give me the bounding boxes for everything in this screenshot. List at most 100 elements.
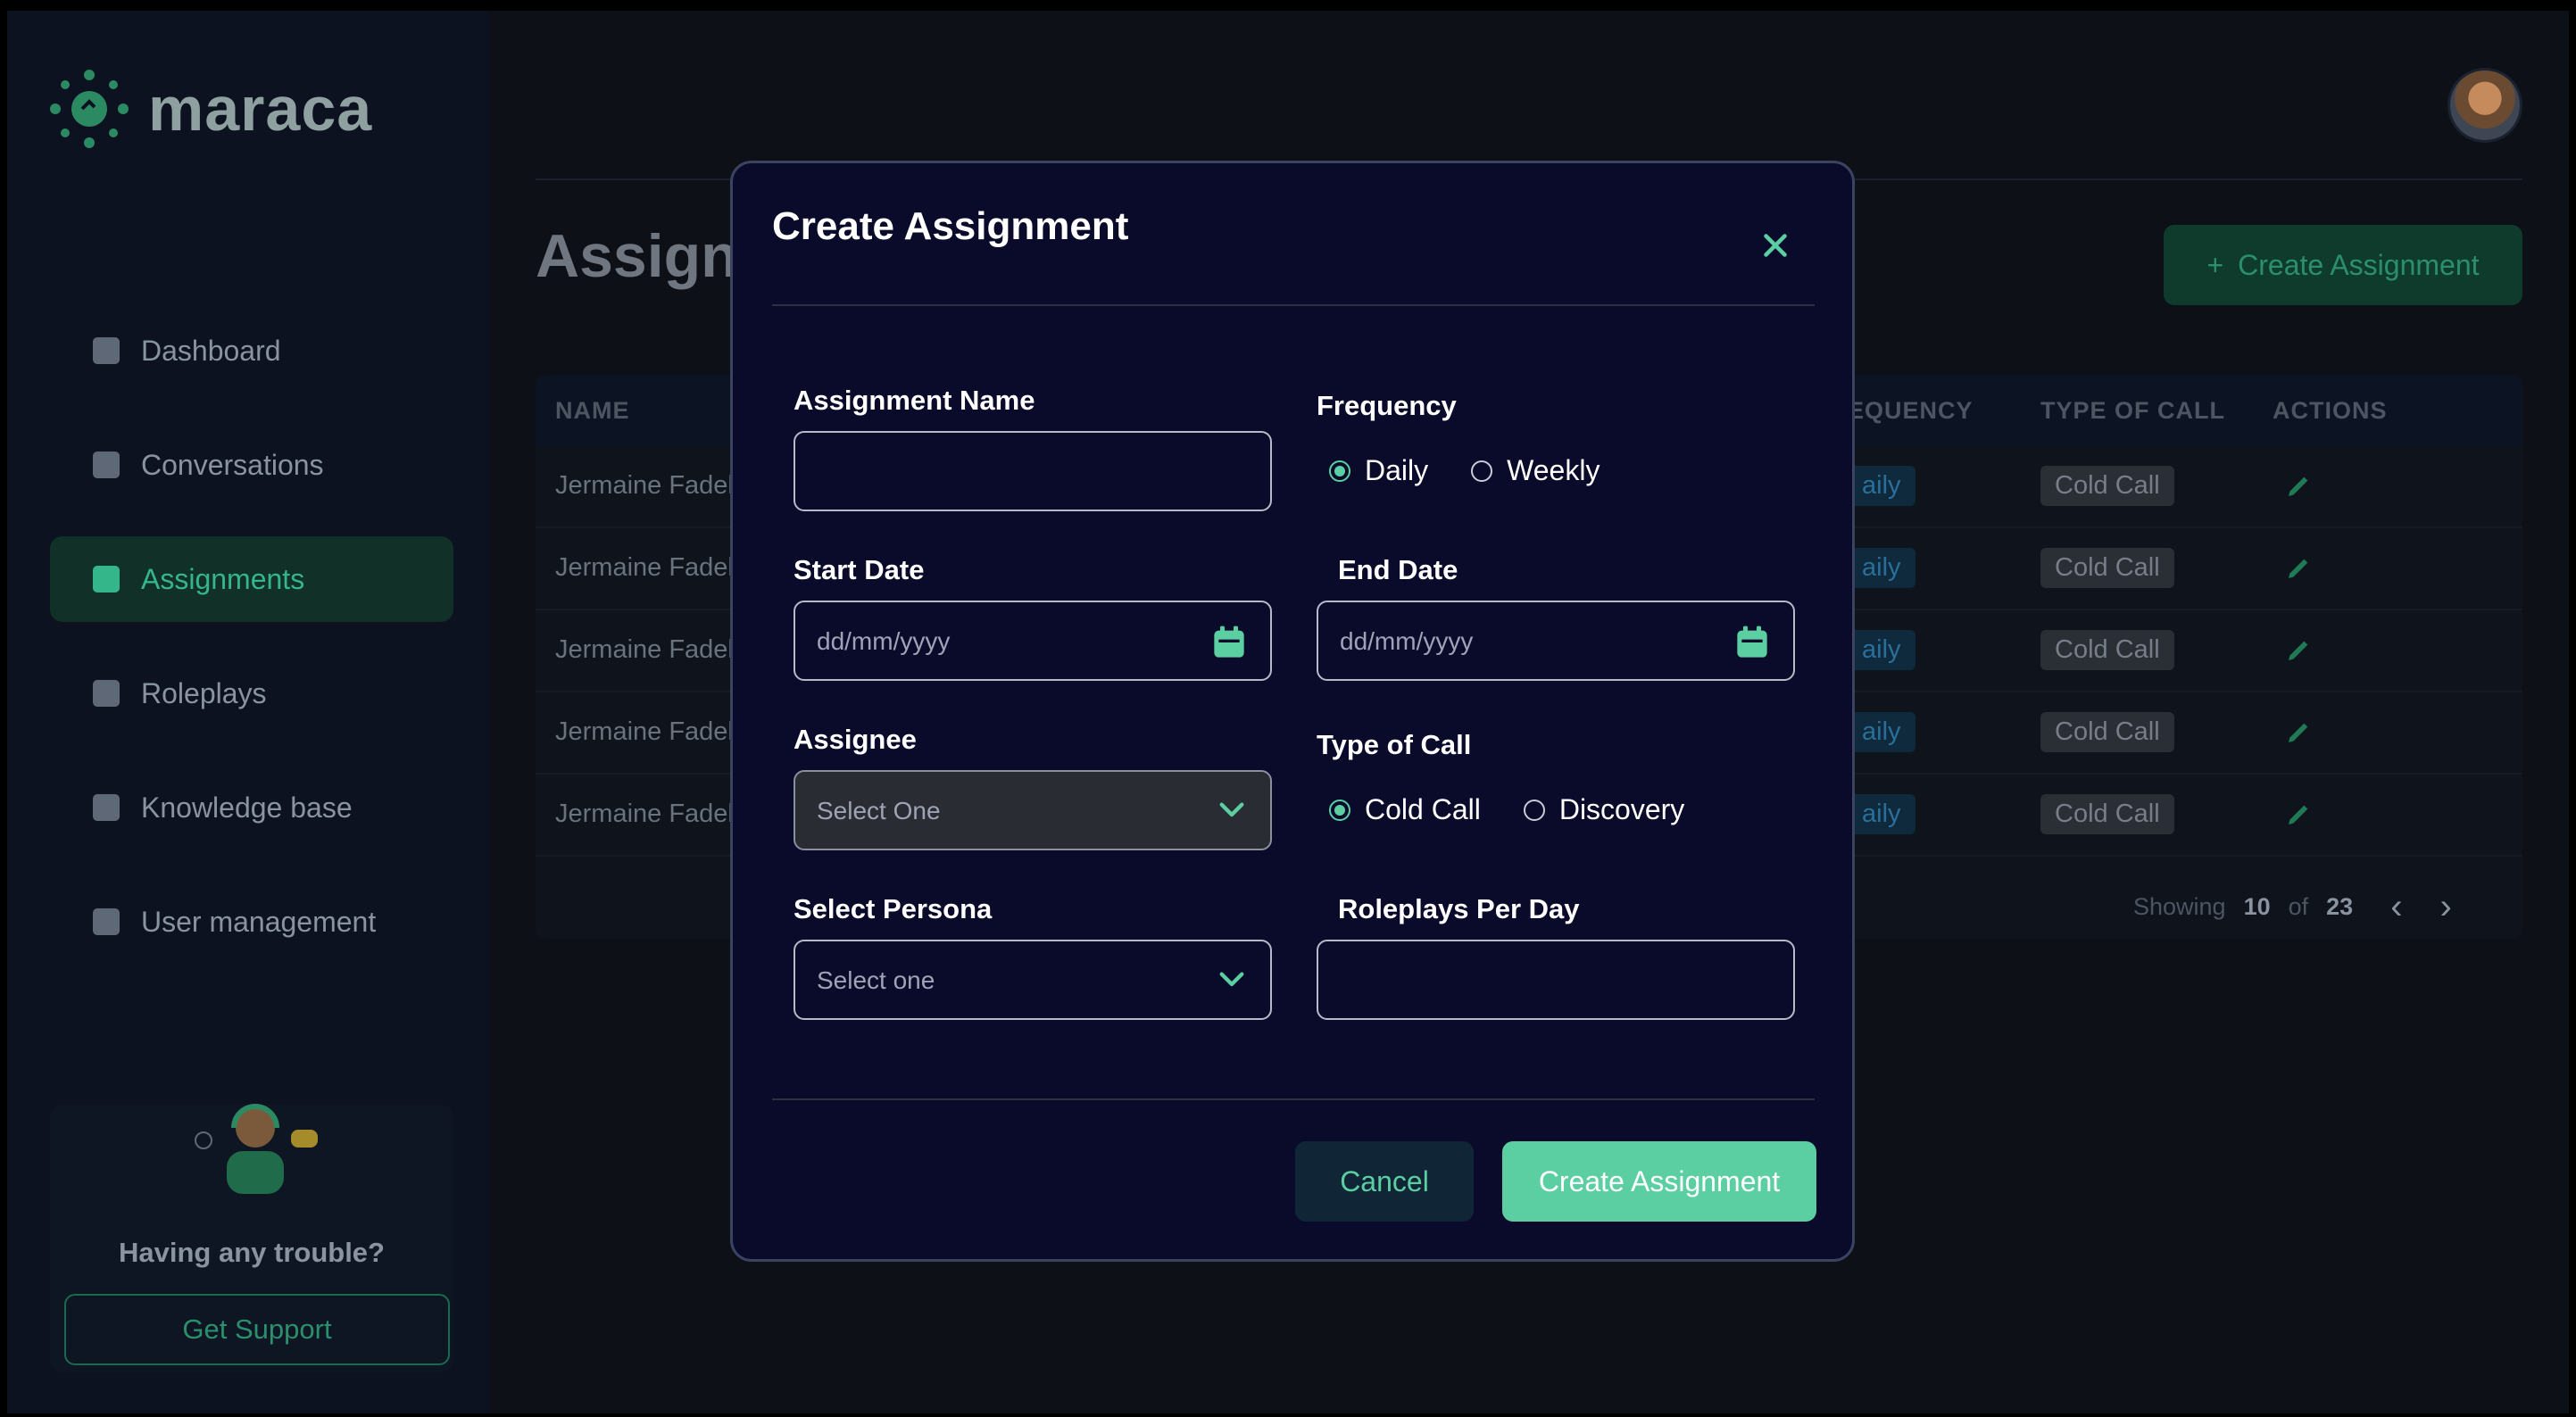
assignee-label: Assignee [794,724,917,755]
assignment-name-input[interactable] [795,433,1270,510]
column-header-type[interactable]: TYPE OF CALL [2040,397,2225,425]
create-assignment-label: Create Assignment [2238,248,2480,281]
type-of-call-label: Type of Call [1317,729,1472,760]
type-option-discovery[interactable]: Discovery [1523,793,1684,826]
get-support-button[interactable]: Get Support [64,1294,450,1365]
assignment-icon [93,566,120,592]
type-badge: Cold Call [2040,712,2174,752]
frequency-badge: aily [1848,466,1915,506]
create-assignment-modal: Create Assignment Assignment Name Freque… [730,161,1855,1262]
cell-name: Jermaine Fadel [555,471,734,500]
logo: maraca [46,66,372,152]
radio-unselected-icon [1471,460,1493,482]
sidebar-nav: Dashboard Conversations Assignments Role… [50,308,453,993]
pagination-showing-label: Showing [2133,893,2226,920]
frequency-option-weekly[interactable]: Weekly [1471,454,1600,487]
edit-icon[interactable] [2285,471,2314,500]
roleplay-icon [93,680,120,707]
start-date-label: Start Date [794,554,925,585]
frequency-option-daily[interactable]: Daily [1329,454,1428,487]
assignee-select[interactable]: Select One [794,770,1272,850]
frequency-badge: aily [1848,548,1915,588]
frequency-badge: aily [1848,712,1915,752]
column-header-name[interactable]: NAME [555,397,630,425]
select-persona-label: Select Persona [794,893,993,924]
sidebar-item-label: User management [141,905,377,938]
chevron-left-icon[interactable]: ‹ [2390,887,2402,927]
book-icon [93,794,120,821]
pagination-of-label: of [2288,893,2309,920]
chevron-down-icon [1219,972,1244,987]
radio-label: Daily [1365,454,1429,486]
start-date-placeholder: dd/mm/yyyy [817,627,951,655]
edit-icon[interactable] [2285,717,2314,746]
type-option-cold-call[interactable]: Cold Call [1329,793,1481,826]
radio-unselected-icon [1523,799,1545,821]
type-badge: Cold Call [2040,466,2174,506]
sidebar: maraca Dashboard Conversations Assignmen… [7,11,489,1413]
start-date-field[interactable]: dd/mm/yyyy [794,601,1272,681]
end-date-label: End Date [1338,554,1458,585]
user-settings-icon [93,908,120,935]
pagination-total: 23 [2326,893,2354,920]
radio-selected-icon [1329,799,1350,821]
roleplays-per-day-label: Roleplays Per Day [1338,893,1580,924]
assignment-name-label: Assignment Name [794,385,1035,416]
sidebar-item-conversations[interactable]: Conversations [50,422,453,508]
modal-title: Create Assignment [772,204,1129,248]
brand-name: maraca [148,74,373,144]
type-badge: Cold Call [2040,548,2174,588]
frequency-badge: aily [1848,794,1915,834]
user-avatar[interactable] [2447,68,2522,143]
support-text: Having any trouble? [119,1237,385,1268]
persona-select[interactable]: Select one [794,940,1272,1020]
column-header-frequency[interactable]: EQUENCY [1848,397,1974,425]
pagination-count: 10 [2243,893,2271,920]
maraca-logo-icon [50,70,129,148]
end-date-field[interactable]: dd/mm/yyyy [1317,601,1795,681]
cancel-button[interactable]: Cancel [1295,1141,1474,1222]
calendar-icon[interactable] [1734,624,1770,661]
support-agent-illustration [195,1104,318,1194]
frequency-radio-group: Daily Weekly [1329,454,1600,487]
persona-placeholder: Select one [817,966,935,994]
sidebar-item-assignments[interactable]: Assignments [50,536,453,622]
frequency-badge: aily [1848,630,1915,670]
end-date-placeholder: dd/mm/yyyy [1340,627,1474,655]
dashboard-icon [93,337,120,364]
chevron-down-icon [1219,802,1244,817]
cell-name: Jermaine Fadel [555,717,734,746]
create-assignment-button[interactable]: + Create Assignment [2164,225,2522,305]
edit-icon[interactable] [2285,800,2314,828]
plus-icon: + [2206,248,2224,281]
edit-icon[interactable] [2285,635,2314,664]
sidebar-item-label: Knowledge base [141,791,353,824]
close-icon[interactable] [1759,229,1791,261]
roleplays-per-day-field[interactable] [1317,940,1795,1020]
support-card: Having any trouble? Get Support [50,1104,453,1372]
radio-label: Cold Call [1365,793,1481,825]
cell-name: Jermaine Fadel [555,800,734,828]
calendar-icon[interactable] [1211,624,1247,661]
assignment-name-field[interactable] [794,431,1272,511]
sidebar-item-user-management[interactable]: User management [50,879,453,965]
sidebar-item-label: Roleplays [141,676,267,709]
type-badge: Cold Call [2040,794,2174,834]
chat-icon [93,452,120,478]
sidebar-item-roleplays[interactable]: Roleplays [50,650,453,736]
sidebar-item-dashboard[interactable]: Dashboard [50,308,453,394]
create-assignment-submit-button[interactable]: Create Assignment [1502,1141,1816,1222]
modal-footer-divider [772,1098,1815,1100]
assignee-placeholder: Select One [817,797,941,825]
edit-icon[interactable] [2285,553,2314,582]
column-header-actions: ACTIONS [2273,396,2388,424]
sidebar-item-label: Conversations [141,448,324,481]
chevron-right-icon[interactable]: › [2440,887,2452,927]
pagination: Showing 10 of 23 ‹ › [2133,887,2452,927]
roleplays-per-day-input[interactable] [1318,941,1793,1018]
modal-header-divider [772,304,1815,306]
frequency-label: Frequency [1317,390,1457,421]
sidebar-item-knowledge-base[interactable]: Knowledge base [50,765,453,850]
type-badge: Cold Call [2040,630,2174,670]
radio-selected-icon [1329,460,1350,482]
